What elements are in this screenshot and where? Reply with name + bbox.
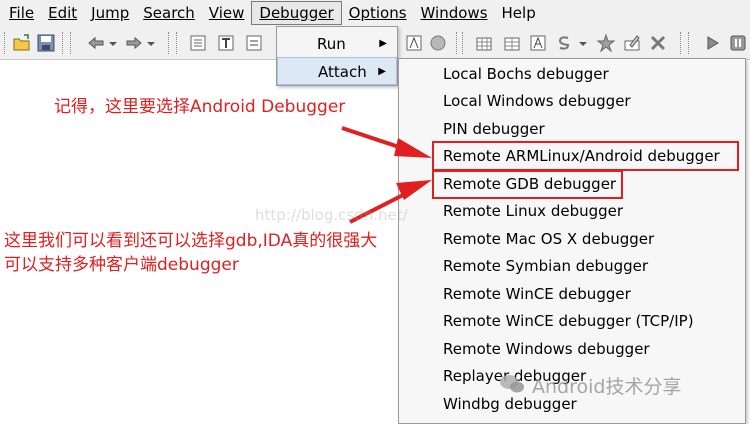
watermark-text: Android技术分享	[532, 376, 682, 398]
wechat-logo-icon	[500, 375, 524, 393]
annotation-gdb-line1: 这里我们可以看到还可以选择gdb,IDA真的很强大	[4, 231, 378, 251]
faint-url-watermark: http://blog.csdn.net/	[255, 206, 408, 224]
annotation-select-android: 记得，这里要选择Android Debugger	[54, 97, 346, 117]
annotation-gdb-line2: 可以支持多种客户端debugger	[4, 255, 239, 275]
arrow-to-android	[341, 126, 432, 158]
